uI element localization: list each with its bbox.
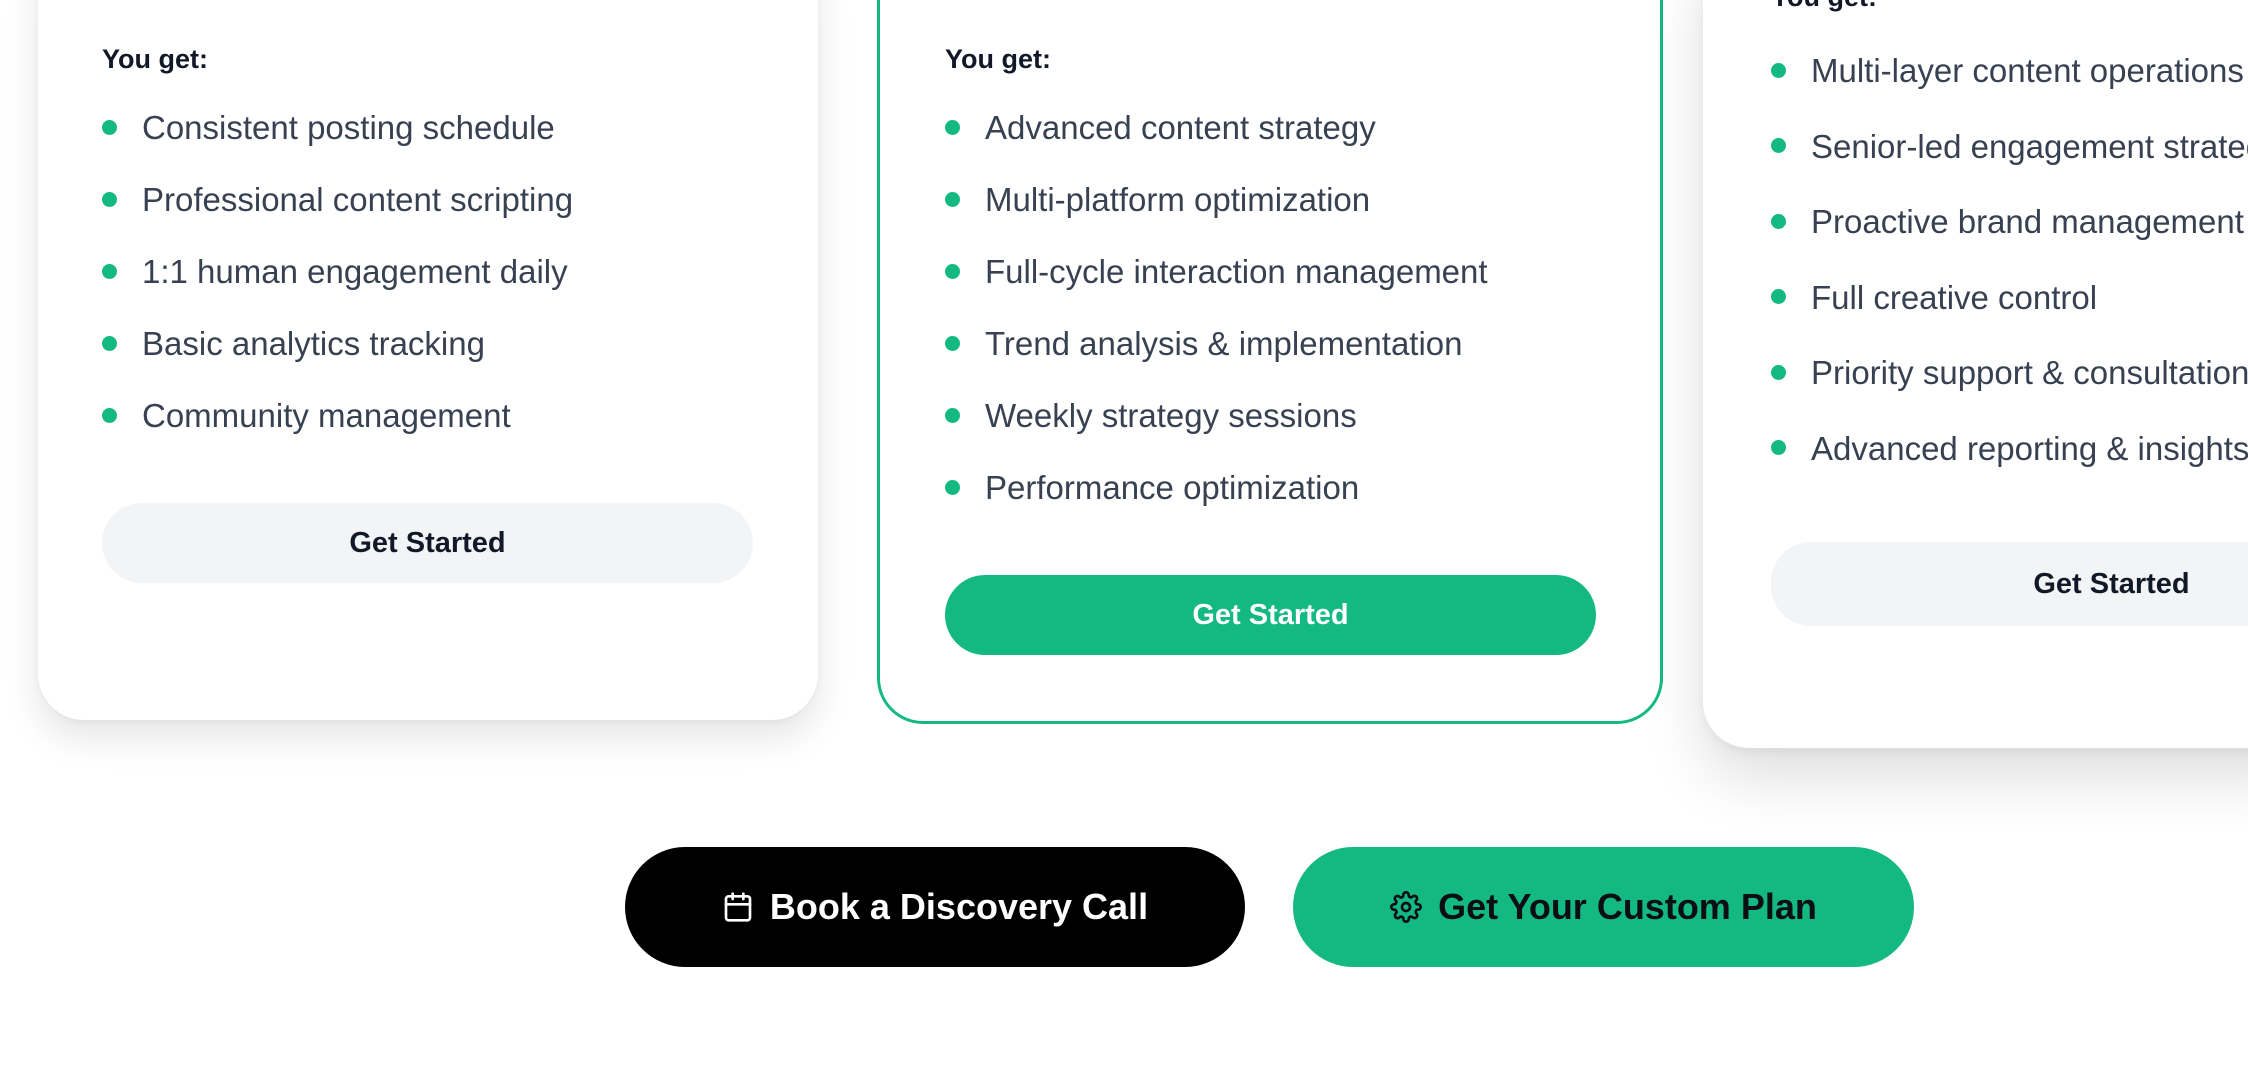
bullet-dot-icon	[945, 336, 960, 351]
pricing-section: You get: Consistent posting schedule Pro…	[0, 0, 2248, 1086]
bullet-dot-icon	[945, 264, 960, 279]
feature-text: Professional content scripting	[142, 181, 574, 218]
feature-item: Trend analysis & implementation	[945, 308, 1488, 380]
you-get-label: You get:	[1771, 0, 1877, 13]
bullet-dot-icon	[1771, 440, 1786, 456]
feature-text: Multi-platform optimization	[985, 181, 1371, 218]
plan-card-basic: You get: Consistent posting schedule Pro…	[38, 0, 818, 720]
feature-item: Professional content scripting	[102, 164, 573, 236]
bullet-dot-icon	[102, 408, 117, 423]
get-started-button[interactable]: Get Started	[1771, 542, 2248, 626]
feature-item: Proactive brand management	[1771, 184, 2248, 260]
bullet-dot-icon	[1771, 62, 1786, 78]
bullet-dot-icon	[102, 336, 117, 351]
bullet-dot-icon	[945, 192, 960, 207]
bullet-dot-icon	[945, 120, 960, 135]
bullet-dot-icon	[945, 480, 960, 495]
bullet-dot-icon	[102, 192, 117, 207]
book-discovery-call-label: Book a Discovery Call	[769, 886, 1149, 927]
feature-item: Full-cycle interaction management	[945, 236, 1488, 308]
get-started-button[interactable]: Get Started	[945, 575, 1596, 655]
feature-text: 1:1 human engagement daily	[142, 253, 568, 290]
feature-text: Full creative control	[1811, 278, 2098, 316]
plan-card-growth: You get: Advanced content strategy Multi…	[877, 0, 1663, 724]
feature-list: Consistent posting schedule Professional…	[102, 92, 573, 452]
feature-text: Performance optimization	[985, 469, 1360, 506]
feature-item: Basic analytics tracking	[102, 308, 573, 380]
you-get-label: You get:	[945, 44, 1051, 74]
feature-item: Advanced reporting & insights	[1771, 411, 2248, 487]
feature-text: Senior-led engagement strategy	[1811, 127, 2248, 165]
you-get-label: You get:	[102, 44, 208, 74]
bullet-dot-icon	[102, 120, 117, 135]
get-custom-plan-label: Get Your Custom Plan	[1438, 886, 1817, 927]
get-custom-plan-button[interactable]: Get Your Custom Plan	[1293, 847, 1914, 967]
calendar-icon	[722, 891, 754, 923]
feature-text: Proactive brand management	[1811, 203, 2244, 240]
bullet-dot-icon	[102, 264, 117, 279]
feature-text: Priority support & consultation	[1811, 354, 2248, 391]
feature-item: Full creative control	[1771, 260, 2248, 336]
feature-text: Trend analysis & implementation	[985, 325, 1463, 362]
feature-item: Weekly strategy sessions	[945, 380, 1488, 452]
feature-text: Basic analytics tracking	[142, 325, 485, 362]
get-started-button[interactable]: Get Started	[102, 503, 753, 583]
bullet-dot-icon	[945, 408, 960, 423]
feature-text: Full-cycle interaction management	[985, 253, 1488, 290]
bullet-dot-icon	[1771, 138, 1786, 154]
feature-text: Community management	[142, 397, 511, 434]
bullet-dot-icon	[1771, 364, 1786, 380]
feature-text: Weekly strategy sessions	[985, 397, 1357, 434]
feature-text: Advanced reporting & insights	[1811, 429, 2248, 467]
book-discovery-call-button[interactable]: Book a Discovery Call	[625, 847, 1245, 967]
feature-item: Consistent posting schedule	[102, 92, 573, 164]
feature-item: Community management	[102, 380, 573, 452]
bullet-dot-icon	[1771, 213, 1786, 229]
feature-list: Multi-layer content operations Senior-le…	[1771, 33, 2248, 486]
feature-item: Advanced content strategy	[945, 92, 1488, 164]
feature-item: 1:1 human engagement daily	[102, 236, 573, 308]
feature-item: Multi-layer content operations	[1771, 33, 2248, 109]
bullet-dot-icon	[1771, 289, 1786, 305]
feature-item: Priority support & consultation	[1771, 335, 2248, 411]
feature-item: Senior-led engagement strategy	[1771, 109, 2248, 185]
feature-text: Consistent posting schedule	[142, 109, 555, 146]
feature-item: Multi-platform optimization	[945, 164, 1488, 236]
feature-text: Advanced content strategy	[985, 109, 1376, 146]
gear-icon	[1390, 891, 1423, 923]
plan-card-premium: You get: Multi-layer content operations …	[1703, 0, 2248, 748]
feature-item: Performance optimization	[945, 452, 1488, 524]
feature-text: Multi-layer content operations	[1811, 52, 2244, 89]
feature-list: Advanced content strategy Multi-platform…	[945, 92, 1488, 524]
